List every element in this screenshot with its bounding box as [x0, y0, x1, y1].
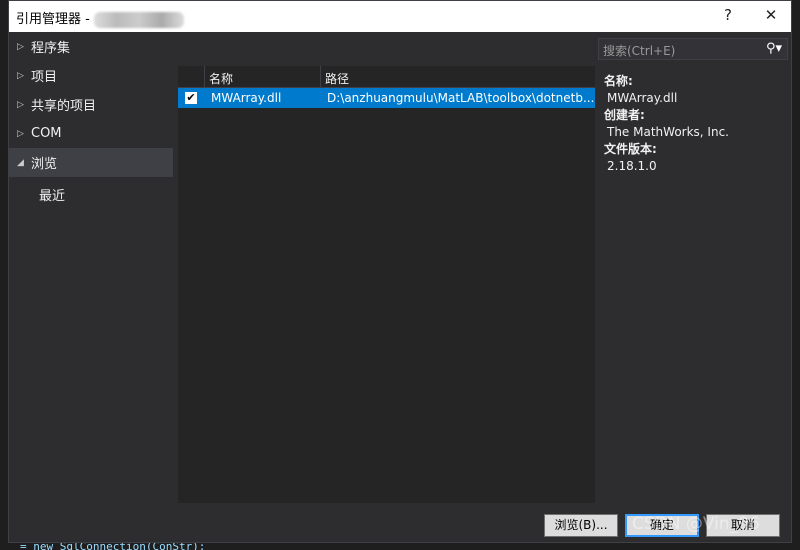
sidebar-item-browse[interactable]: ◢ 浏览 — [9, 148, 173, 177]
collapse-arrow-icon: ◢ — [17, 157, 24, 168]
version-label: 文件版本: — [604, 142, 657, 156]
title-bar: 引用管理器 - ? ✕ — [9, 1, 791, 32]
sidebar-nav: ▷ 程序集 ▷ 项目 ▷ 共享的项目 ▷ COM ◢ 浏览 最近 — [9, 32, 173, 211]
sidebar-item-recent[interactable]: 最近 — [9, 177, 173, 211]
expand-arrow-icon: ▷ — [17, 70, 24, 81]
checkbox[interactable]: ✔ — [185, 92, 197, 104]
window-title: 引用管理器 - — [16, 8, 184, 28]
cancel-button[interactable]: 取消 — [706, 514, 780, 537]
sidebar-item-shared-projects[interactable]: ▷ 共享的项目 — [9, 90, 173, 119]
reference-manager-dialog: 引用管理器 - ? ✕ ▷ 程序集 ▷ 项目 ▷ 共享的项目 ▷ COM ◢ 浏览 最近 … — [8, 0, 792, 543]
editor-code-line: = new SqlConnection(ConStr); — [0, 543, 800, 550]
browse-button[interactable]: 浏览(B)... — [544, 514, 618, 537]
table-row[interactable]: ✔ MWArray.dll D:\anzhuangmulu\MatLAB\too… — [178, 88, 595, 108]
window-title-text: 引用管理器 - — [16, 12, 90, 27]
sidebar-item-label: COM — [31, 126, 62, 141]
version-value: 2.18.1.0 — [607, 159, 657, 173]
sidebar-item-projects[interactable]: ▷ 项目 — [9, 61, 173, 90]
list-header: 名称 路径 — [178, 66, 595, 88]
creator-value: The MathWorks, Inc. — [607, 125, 729, 139]
row-path: D:\anzhuangmulu\MatLAB\toolbox\dotnetb..… — [327, 91, 595, 105]
details-panel: 名称: MWArray.dll 创建者: The MathWorks, Inc.… — [604, 73, 729, 175]
expand-arrow-icon: ▷ — [17, 99, 24, 110]
expand-arrow-icon: ▷ — [17, 128, 24, 139]
help-button[interactable]: ? — [716, 6, 740, 26]
name-value: MWArray.dll — [607, 91, 678, 105]
sidebar-item-label: 最近 — [39, 188, 66, 204]
sidebar-item-label: 程序集 — [31, 41, 71, 56]
reference-list: 名称 路径 ✔ MWArray.dll D:\anzhuangmulu\MatL… — [178, 66, 595, 503]
column-header-check — [178, 66, 205, 87]
ok-button[interactable]: 确定 — [625, 514, 699, 537]
sidebar-item-assemblies[interactable]: ▷ 程序集 — [9, 32, 173, 61]
dialog-footer: 浏览(B)... 确定 取消 — [9, 503, 791, 544]
checkbox-cell: ✔ — [178, 92, 205, 104]
sidebar-item-com[interactable]: ▷ COM — [9, 119, 173, 148]
expand-arrow-icon: ▷ — [17, 41, 24, 52]
name-label: 名称: — [604, 74, 633, 88]
sidebar-item-label: 项目 — [31, 70, 58, 85]
search-input[interactable]: 搜索(Ctrl+E) ⚲▾ — [598, 38, 788, 60]
row-name: MWArray.dll — [211, 91, 282, 105]
sidebar-item-label: 浏览 — [31, 157, 58, 172]
column-header-name[interactable]: 名称 — [205, 66, 321, 87]
blurred-project-name — [93, 11, 184, 28]
close-button[interactable]: ✕ — [759, 6, 783, 26]
sidebar-item-label: 共享的项目 — [31, 99, 97, 114]
search-icon[interactable]: ⚲▾ — [761, 39, 787, 59]
search-placeholder: 搜索(Ctrl+E) — [603, 44, 676, 58]
creator-label: 创建者: — [604, 108, 645, 122]
column-header-path[interactable]: 路径 — [321, 66, 595, 87]
